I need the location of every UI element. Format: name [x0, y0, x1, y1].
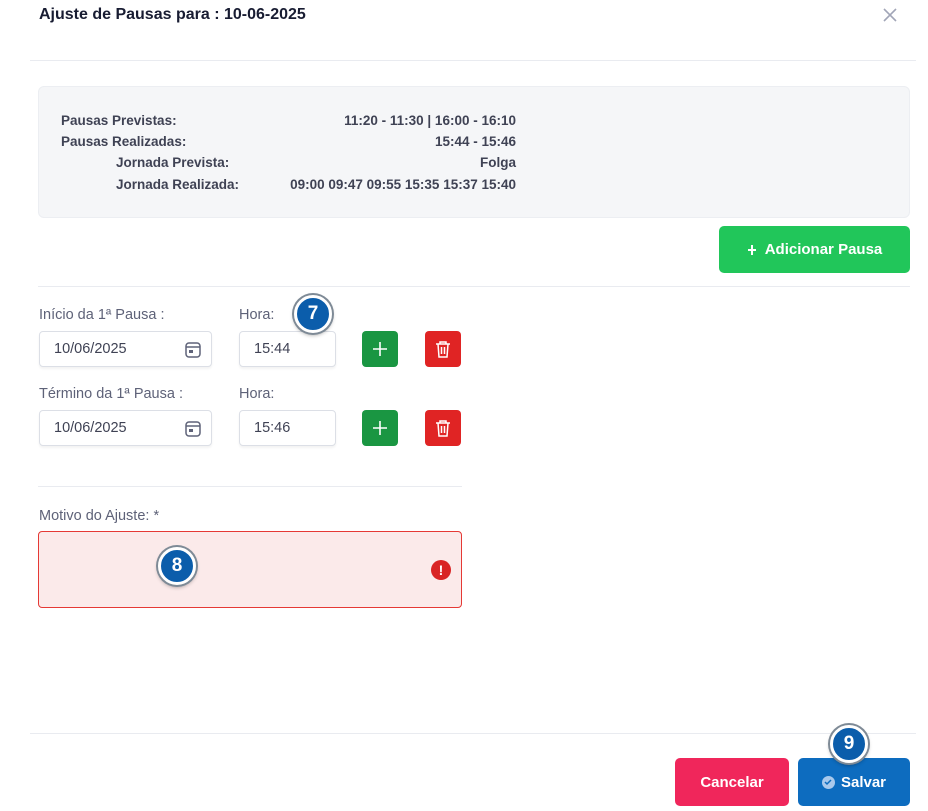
jornada-prevista-label: Jornada Prevista: [116, 155, 230, 170]
start-time-value: 15:44 [254, 341, 291, 357]
pausas-realizadas-label: Pausas Realizadas: [61, 134, 187, 149]
plus-icon [373, 342, 387, 356]
dialog-title: Ajuste de Pausas para : 10-06-2025 [39, 6, 306, 23]
jornada-prevista-value: Folga [480, 155, 516, 170]
pausas-realizadas-value: 15:44 - 15:46 [434, 134, 516, 149]
end-date-input[interactable]: 10/06/2025 [39, 410, 212, 446]
trash-icon [436, 420, 450, 437]
end-date-value: 10/06/2025 [54, 420, 127, 436]
error-icon: ! [431, 560, 451, 580]
plus-icon [747, 244, 756, 255]
reason-textarea[interactable]: ! [38, 531, 462, 608]
plus-icon [373, 421, 387, 435]
delete-row-button[interactable] [425, 410, 461, 446]
jornada-realizada-label: Jornada Realizada: [116, 177, 240, 192]
calendar-icon[interactable] [185, 341, 201, 358]
cancel-button[interactable]: Cancelar [675, 758, 789, 806]
add-pause-button[interactable]: Adicionar Pausa [719, 226, 910, 273]
close-icon[interactable] [880, 5, 900, 25]
end-time-value: 15:46 [254, 420, 291, 436]
reason-divider [38, 486, 462, 487]
end-time-label: Hora: [239, 386, 275, 402]
jornada-realizada-value: 09:00 09:47 09:55 15:35 15:37 15:40 [290, 177, 516, 192]
pause-summary-panel: Pausas Previstas: 11:20 - 11:30 | 16:00 … [38, 86, 910, 218]
end-date-label: Término da 1ª Pausa : [39, 386, 183, 402]
start-date-label: Início da 1ª Pausa : [39, 307, 165, 323]
pausas-previstas-label: Pausas Previstas: [61, 113, 177, 128]
form-divider [38, 286, 910, 287]
delete-row-button[interactable] [425, 331, 461, 367]
add-row-button[interactable] [362, 410, 398, 446]
add-row-button[interactable] [362, 331, 398, 367]
pausas-previstas-value: 11:20 - 11:30 | 16:00 - 16:10 [344, 113, 516, 128]
step-badge-9: 9 [830, 725, 868, 763]
calendar-icon[interactable] [185, 420, 201, 437]
add-pause-label: Adicionar Pausa [764, 241, 883, 258]
start-time-input[interactable]: 15:44 [239, 331, 336, 367]
save-label: Salvar [840, 773, 887, 791]
footer-divider [30, 733, 916, 734]
header-divider [30, 60, 916, 61]
step-badge-7: 7 [294, 295, 332, 333]
step-badge-8: 8 [158, 547, 196, 585]
end-time-input[interactable]: 15:46 [239, 410, 336, 446]
check-circle-icon [821, 775, 835, 789]
trash-icon [436, 341, 450, 358]
start-date-input[interactable]: 10/06/2025 [39, 331, 212, 367]
save-button[interactable]: Salvar [798, 758, 910, 806]
start-date-value: 10/06/2025 [54, 341, 127, 357]
reason-label: Motivo do Ajuste: * [39, 508, 160, 524]
start-time-label: Hora: [239, 307, 275, 323]
